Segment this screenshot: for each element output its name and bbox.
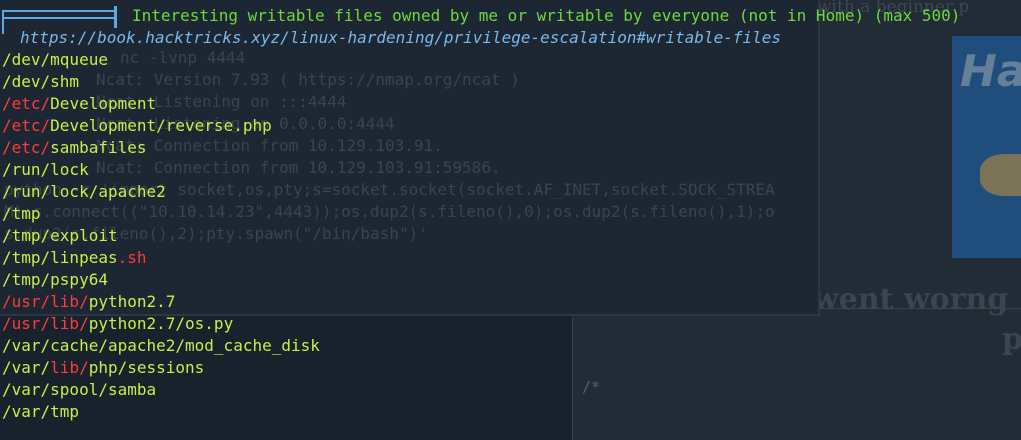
file-path-line: /var/tmp [2, 401, 79, 423]
file-path-line: /usr/lib/python2.7/os.py [2, 313, 233, 335]
file-path-line: /dev/shm [2, 71, 79, 93]
file-path-line: /tmp/linpeas.sh [2, 247, 147, 269]
file-path-line: /tmp [2, 203, 41, 225]
file-path-line: /etc/Development [2, 93, 156, 115]
path-segment: python2.7/os.py [88, 314, 234, 333]
terminal-output: Interesting writable files owned by me o… [0, 0, 1021, 440]
hacktricks-link[interactable]: https://book.hacktricks.xyz/linux-harden… [20, 28, 781, 47]
file-path-line: /run/lock/apache2 [2, 181, 166, 203]
file-path-line: /run/lock [2, 159, 89, 181]
path-segment: /dev/mqueue [2, 50, 108, 69]
file-path-line: /var/lib/php/sessions [2, 357, 204, 379]
path-segment: /tmp/linpeas [2, 248, 118, 267]
path-segment: lib/ [50, 358, 89, 377]
path-segment: /usr/lib/ [2, 292, 89, 311]
path-segment: Development/reverse.php [50, 116, 272, 135]
path-segment: /tmp/exploit [2, 226, 118, 245]
path-segment: /etc/ [2, 138, 51, 157]
path-segment: /var/ [2, 358, 51, 377]
file-path-line: /etc/Development/reverse.php [2, 115, 272, 137]
banner-title: Interesting writable files owned by me o… [132, 6, 961, 25]
path-segment: /var/tmp [2, 402, 80, 421]
path-segment: /etc/ [2, 116, 51, 135]
file-path-line: /tmp/pspy64 [2, 269, 108, 291]
path-segment: /etc/ [2, 94, 51, 113]
path-segment: /var/spool/samba [2, 380, 157, 399]
path-segment: /tmp [2, 204, 41, 223]
path-segment: /run/lock [2, 160, 89, 179]
path-segment: php/sessions [88, 358, 205, 377]
path-segment: /dev/shm [2, 72, 80, 91]
banner-box-icon [2, 6, 118, 34]
path-segment: .sh [117, 248, 147, 267]
path-segment: /run/lock/apache2 [2, 182, 166, 201]
path-segment: /var/cache/apache2/mod_cache_disk [2, 336, 320, 355]
path-segment: /usr/lib/ [2, 314, 89, 333]
path-segment: /tmp/pspy64 [2, 270, 108, 289]
file-path-line: /tmp/exploit [2, 225, 118, 247]
file-path-line: /etc/sambafiles [2, 137, 147, 159]
file-path-line: /dev/mqueue [2, 49, 108, 71]
file-path-line: /var/cache/apache2/mod_cache_disk [2, 335, 320, 357]
path-segment: sambafiles [50, 138, 147, 157]
file-path-line: /var/spool/samba [2, 379, 156, 401]
file-path-line: /usr/lib/python2.7 [2, 291, 175, 313]
path-segment: python2.7 [88, 292, 176, 311]
path-segment: Development [50, 94, 157, 113]
